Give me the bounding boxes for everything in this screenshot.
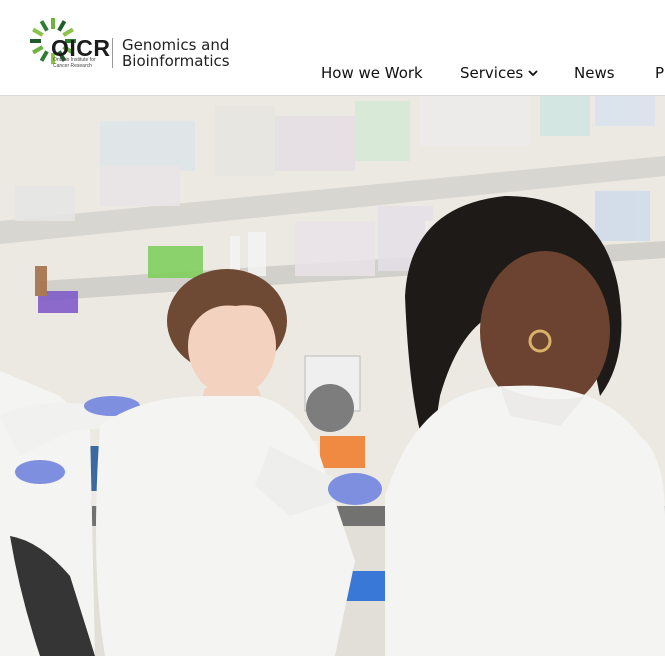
nav-news[interactable]: News [574,64,615,82]
brand-title: Genomics and Bioinformatics [122,36,230,70]
nav-how-we-work[interactable]: How we Work [321,64,423,82]
nav-services[interactable]: Services [460,64,538,82]
lab-researchers-photo [0,96,665,656]
logo-divider [112,38,113,68]
site-header: OICR Ontario Institute for Cancer Resear… [0,0,665,96]
nav-services-label: Services [460,64,524,82]
nav-item-truncated[interactable]: P [655,64,664,82]
logo-subtitle: Ontario Institute for Cancer Research [53,57,96,69]
chevron-down-icon [528,70,538,77]
hero-image [0,96,665,656]
